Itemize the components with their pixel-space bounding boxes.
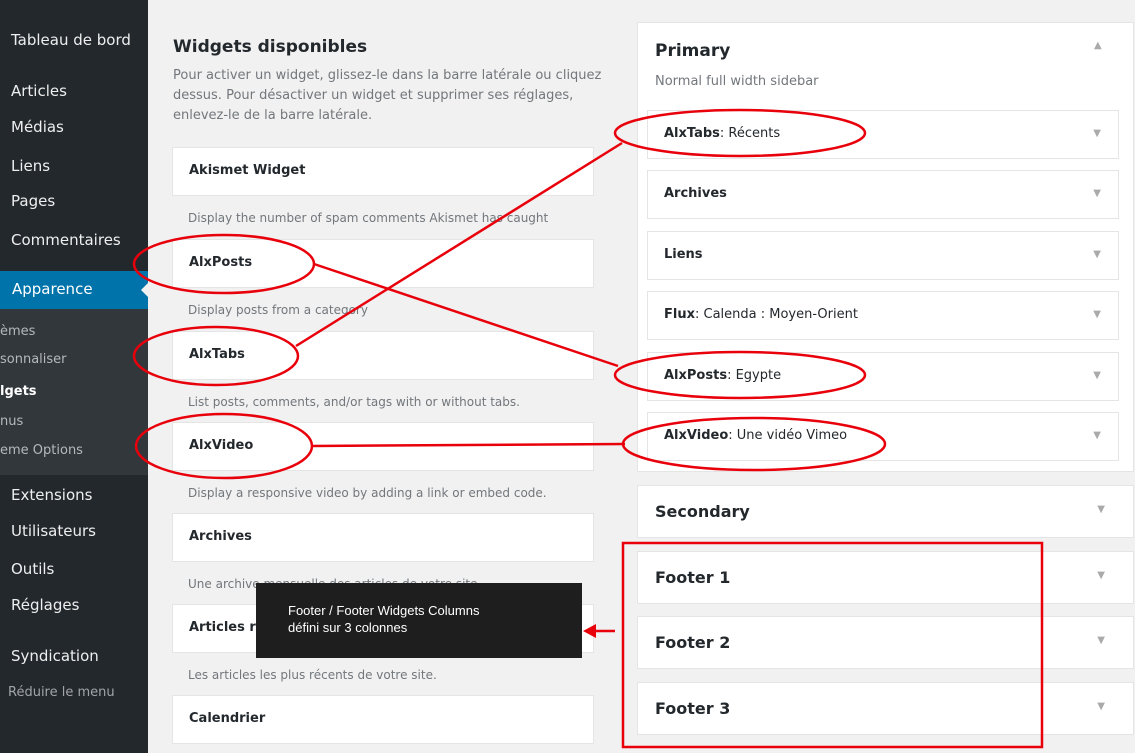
submenu-theme-options[interactable]: eme Options: [0, 443, 83, 458]
widget-title: Archives: [189, 529, 252, 544]
submenu-menus[interactable]: nus: [0, 414, 23, 429]
widget-alxvideo[interactable]: AlxVideo: [172, 422, 594, 471]
widget-description: Display a responsive video by adding a l…: [188, 486, 547, 500]
menu-commentaires[interactable]: Commentaires: [11, 231, 121, 249]
sidebar-footer-1[interactable]: Footer 1 ▼: [637, 551, 1134, 604]
down-arrow-icon[interactable]: ▼: [1093, 309, 1101, 320]
widget-instance-title: : Une vidéo Vimeo: [728, 428, 848, 443]
widget-description: List posts, comments, and/or tags with o…: [188, 395, 520, 409]
sidebar-title: Footer 1: [655, 568, 731, 587]
widget-alxtabs[interactable]: AlxTabs: [172, 331, 594, 380]
sidebar-title: Footer 3: [655, 699, 731, 718]
available-widgets-description: Pour activer un widget, glissez-le dans …: [173, 68, 602, 123]
menu-outils[interactable]: Outils: [11, 560, 54, 578]
widget-alxposts[interactable]: AlxPosts: [172, 239, 594, 288]
menu-articles[interactable]: Articles: [11, 82, 67, 100]
widget-instance-title: : Egypte: [727, 368, 782, 383]
widget-calendrier[interactable]: Calendrier: [172, 695, 594, 744]
widget-title: Calendrier: [189, 711, 266, 726]
menu-utilisateurs[interactable]: Utilisateurs: [11, 522, 96, 540]
widget-title: AlxTabs: [189, 347, 245, 362]
primary-widget-flux[interactable]: Flux: Calenda : Moyen-Orient ▼: [647, 291, 1119, 340]
primary-widget-alxposts[interactable]: AlxPosts: Egypte ▼: [647, 352, 1119, 401]
down-arrow-icon[interactable]: ▼: [1093, 370, 1101, 381]
widget-title: Akismet Widget: [189, 163, 306, 178]
annotation-tooltip: Footer / Footer Widgets Columns défini s…: [256, 583, 582, 658]
sidebar-title: Footer 2: [655, 633, 731, 652]
down-arrow-icon[interactable]: ▼: [1093, 188, 1101, 199]
down-arrow-icon[interactable]: ▼: [1093, 249, 1101, 260]
down-arrow-icon[interactable]: ▼: [1097, 701, 1105, 712]
widget-instance-title: : Calenda : Moyen-Orient: [694, 307, 858, 322]
submenu-widgets[interactable]: lgets: [0, 384, 37, 399]
admin-sidebar: Tableau de bord Articles Médias Liens Pa…: [0, 0, 149, 753]
widget-instance-title: : Récents: [719, 126, 781, 141]
sidebar-footer-2[interactable]: Footer 2 ▼: [637, 616, 1134, 669]
menu-dashboard[interactable]: Tableau de bord: [11, 31, 131, 49]
widget-title: AlxVideo: [189, 438, 254, 453]
widget-name: Archives: [664, 186, 727, 201]
tooltip-line-1: Footer / Footer Widgets Columns: [288, 603, 480, 618]
primary-widget-liens[interactable]: Liens ▼: [647, 231, 1119, 280]
down-arrow-icon[interactable]: ▼: [1093, 430, 1101, 441]
apparence-submenu: èmes sonnaliser lgets nus eme Options: [0, 309, 148, 475]
widget-name: Liens: [664, 247, 703, 262]
menu-syndication[interactable]: Syndication: [11, 647, 99, 665]
widget-name: AlxPosts: [664, 368, 728, 383]
down-arrow-icon[interactable]: ▼: [1097, 635, 1105, 646]
tooltip-line-2: défini sur 3 colonnes: [288, 620, 408, 635]
menu-extensions[interactable]: Extensions: [11, 486, 92, 504]
submenu-personnaliser[interactable]: sonnaliser: [0, 352, 67, 367]
widget-title: AlxPosts: [189, 255, 253, 270]
primary-widget-archives[interactable]: Archives ▼: [647, 170, 1119, 219]
menu-apparence-label: Apparence: [12, 280, 93, 298]
menu-reglages[interactable]: Réglages: [11, 596, 79, 614]
menu-apparence[interactable]: Apparence: [0, 271, 148, 309]
down-arrow-icon[interactable]: ▼: [1097, 504, 1105, 515]
sidebar-secondary[interactable]: Secondary ▼: [637, 485, 1134, 538]
primary-widget-alxtabs[interactable]: AlxTabs: Récents ▼: [647, 110, 1119, 159]
widget-name: AlxTabs: [664, 126, 720, 141]
menu-pages[interactable]: Pages: [11, 192, 55, 210]
menu-liens[interactable]: Liens: [11, 157, 50, 175]
sidebar-title: Secondary: [655, 502, 750, 521]
active-menu-arrow-icon: [141, 282, 149, 298]
widget-description: Display posts from a category: [188, 303, 368, 317]
widget-akismet[interactable]: Akismet Widget: [172, 147, 594, 196]
down-arrow-icon[interactable]: ▼: [1093, 128, 1101, 139]
primary-widget-alxvideo[interactable]: AlxVideo: Une vidéo Vimeo ▼: [647, 412, 1119, 461]
menu-medias[interactable]: Médias: [11, 118, 64, 136]
collapse-menu-button[interactable]: Réduire le menu: [8, 685, 115, 700]
submenu-themes[interactable]: èmes: [0, 324, 35, 339]
widget-description: Les articles les plus récents de votre s…: [188, 668, 437, 682]
primary-sidebar-description: Normal full width sidebar: [655, 74, 819, 89]
widget-description: Display the number of spam comments Akis…: [188, 211, 549, 225]
up-arrow-icon[interactable]: ▲: [1094, 40, 1102, 51]
widget-name: AlxVideo: [664, 428, 729, 443]
widget-name: Flux: [664, 307, 695, 322]
primary-sidebar-title[interactable]: Primary: [655, 41, 730, 61]
widget-archives[interactable]: Archives: [172, 513, 594, 562]
down-arrow-icon[interactable]: ▼: [1097, 570, 1105, 581]
available-widgets-title: Widgets disponibles: [173, 37, 368, 57]
sidebar-footer-3[interactable]: Footer 3 ▼: [637, 682, 1134, 735]
